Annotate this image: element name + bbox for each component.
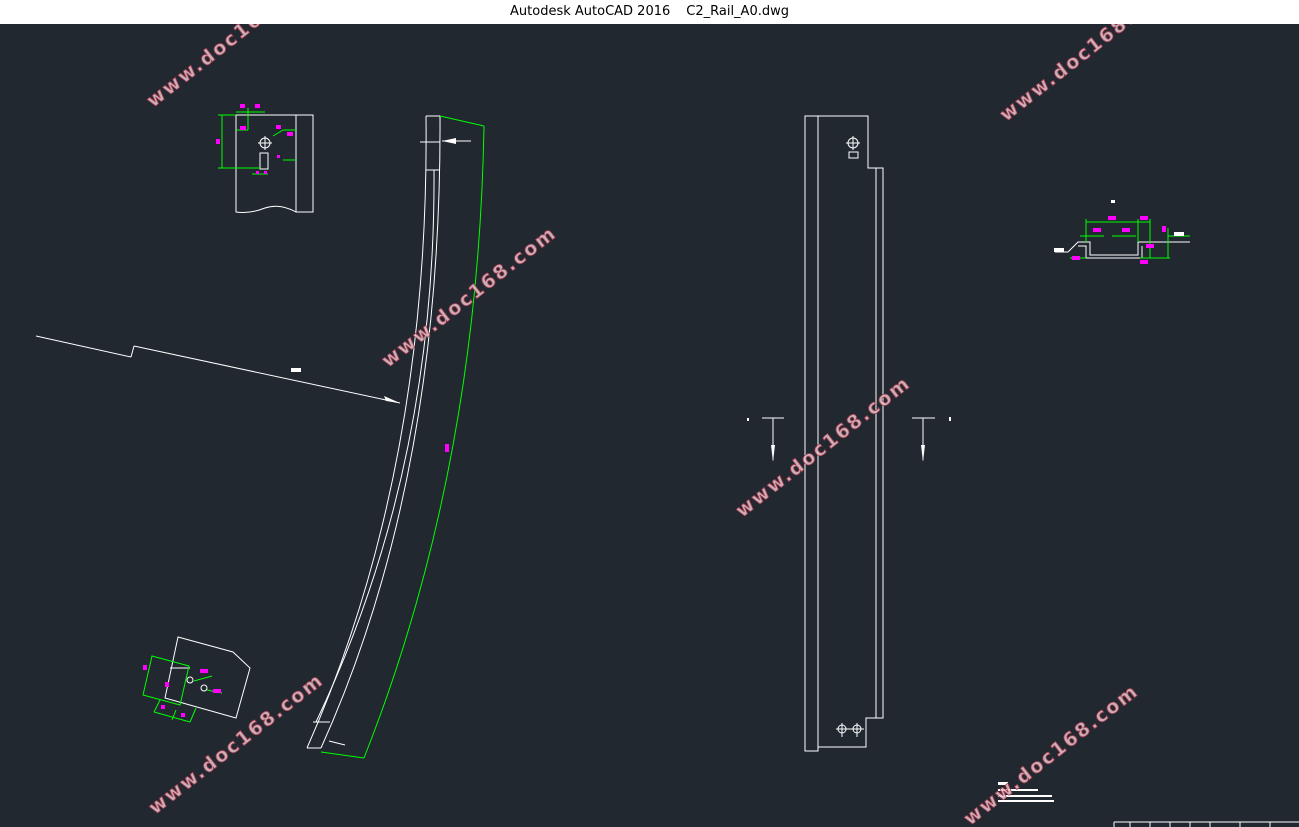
notes-block xyxy=(998,782,1299,827)
section-view[interactable] xyxy=(1054,200,1190,264)
drawing-canvas[interactable]: www.doc168.com www.doc168.com www.doc168… xyxy=(0,24,1299,827)
app-title: Autodesk AutoCAD 2016 xyxy=(510,4,671,19)
curved-rail-view[interactable] xyxy=(35,115,485,759)
detail-view-top-left[interactable] xyxy=(216,104,314,213)
file-name: C2_Rail_A0.dwg xyxy=(686,4,789,19)
title-bar: Autodesk AutoCAD 2016 C2_Rail_A0.dwg xyxy=(0,0,1299,24)
watermark-text: www.doc168.com xyxy=(996,24,1179,126)
watermark-text: www.doc168.com xyxy=(960,680,1143,827)
watermark-text: www.doc168.com xyxy=(378,222,561,372)
watermark-layer: www.doc168.com www.doc168.com www.doc168… xyxy=(142,24,1179,827)
watermark-text: www.doc168.com xyxy=(732,372,915,522)
detail-view-bottom-left[interactable] xyxy=(142,636,251,723)
watermark-text: www.doc168.com xyxy=(145,669,328,819)
watermark-text: www.doc168.com xyxy=(143,24,326,112)
